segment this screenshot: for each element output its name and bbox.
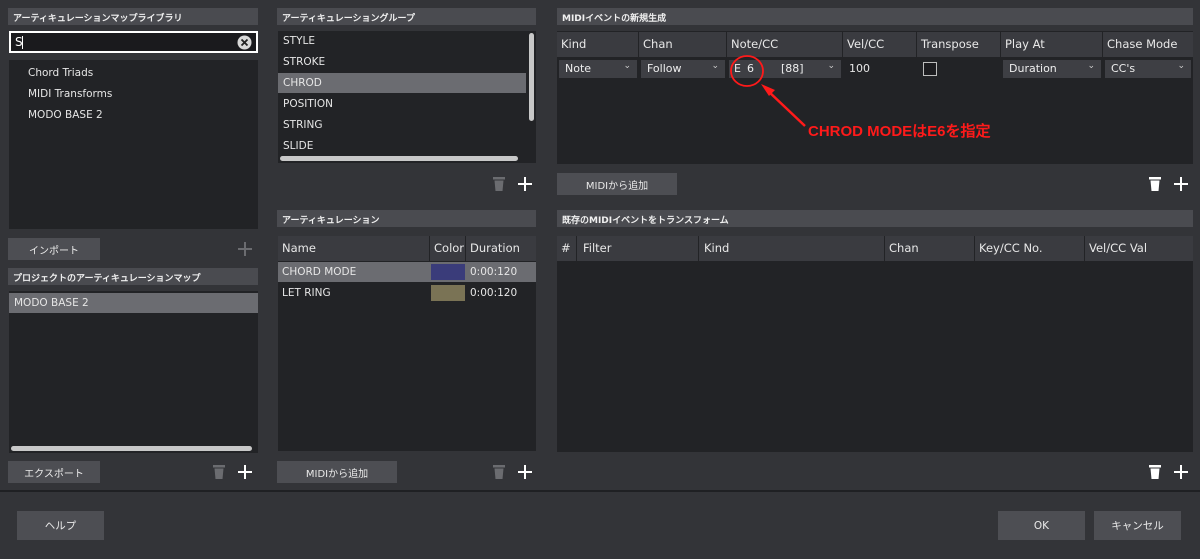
articulation-duration: 0:00:120 [470,287,518,299]
plus-icon[interactable] [1174,465,1188,479]
column-header-play-at[interactable]: Play At [1001,32,1103,57]
list-item[interactable]: MIDI Transforms [9,84,258,104]
kind-value: Note [565,62,592,75]
articulations-table: Name Color Duration CHORD MODE 0:00:120 … [278,236,536,451]
horizontal-scrollbar[interactable] [280,156,518,161]
ok-button[interactable]: OK [998,511,1085,540]
column-header-name[interactable]: Name [278,236,430,261]
trash-icon[interactable] [1149,177,1161,191]
list-item[interactable]: Chord Triads [9,63,258,83]
list-item[interactable]: STRING [278,115,526,135]
column-header-key-cc-no[interactable]: Key/CC No. [975,236,1085,261]
text-cursor [22,36,23,49]
column-header-transpose[interactable]: Transpose [917,32,1001,57]
column-header-chan[interactable]: Chan [639,32,727,57]
chase-mode-value: CC's [1111,62,1136,75]
library-search-input[interactable]: S [9,31,258,53]
cancel-button[interactable]: キャンセル [1094,511,1181,540]
column-header-kind[interactable]: Kind [699,236,885,261]
play-at-value: Duration [1009,62,1057,75]
chevron-down-icon: ⌄ [711,61,719,71]
footer-divider [0,490,1200,492]
export-button[interactable]: エクスポート [8,461,100,483]
plus-icon[interactable] [518,177,532,191]
list-item[interactable]: STROKE [278,52,526,72]
column-header-chan[interactable]: Chan [885,236,975,261]
list-item[interactable]: MODO BASE 2 [9,105,258,125]
groups-list: STYLE STROKE CHROD POSITION STRING SLIDE [278,31,536,163]
library-list: Chord Triads MIDI Transforms MODO BASE 2 [9,60,258,229]
plus-icon[interactable] [238,465,252,479]
chevron-down-icon: ⌄ [1087,61,1095,71]
table-row[interactable]: CHORD MODE 0:00:120 [278,262,536,282]
trash-icon[interactable] [1149,465,1161,479]
add-from-midi-button[interactable]: MIDIから追加 [277,461,397,483]
list-item[interactable]: MODO BASE 2 [9,293,258,313]
annotation-text: CHROD MODEはE6を指定 [808,123,991,140]
column-header-vel-cc[interactable]: Vel/CC [843,32,917,57]
kind-dropdown[interactable]: Note ⌄ [559,60,637,78]
help-button[interactable]: ヘルプ [17,511,104,540]
vel-cc-value[interactable]: 100 [849,62,870,75]
chan-dropdown[interactable]: Follow ⌄ [641,60,725,78]
column-header-vel-cc-val[interactable]: Vel/CC Val [1085,236,1193,261]
import-button[interactable]: インポート [8,238,100,260]
project-map-list: MODO BASE 2 [9,291,258,453]
list-item[interactable]: CHROD [278,73,526,93]
transform-table: # Filter Kind Chan Key/CC No. Vel/CC Val [557,236,1193,452]
midi-new-header: MIDIイベントの新規生成 [557,8,1193,25]
column-header-color[interactable]: Color [430,236,466,261]
chevron-down-icon: ⌄ [1177,61,1185,71]
column-header-chase-mode[interactable]: Chase Mode [1103,32,1193,57]
list-item[interactable]: STYLE [278,31,526,51]
plus-icon[interactable] [518,465,532,479]
trash-icon [493,177,505,191]
play-at-dropdown[interactable]: Duration ⌄ [1003,60,1101,78]
chase-mode-dropdown[interactable]: CC's ⌄ [1105,60,1191,78]
table-row[interactable]: LET RING 0:00:120 [278,283,536,303]
clear-circle-icon[interactable] [237,35,252,50]
add-from-midi-button[interactable]: MIDIから追加 [557,173,677,195]
column-header-number[interactable]: # [557,236,577,261]
color-swatch[interactable] [431,264,465,280]
column-header-duration[interactable]: Duration [466,236,536,261]
list-item[interactable]: SLIDE [278,136,526,156]
color-swatch[interactable] [431,285,465,301]
midi-new-table: Kind Chan Note/CC Vel/CC Transpose Play … [557,31,1193,164]
trash-icon [493,465,505,479]
transform-header: 既存のMIDIイベントをトランスフォーム [557,210,1193,227]
column-header-filter[interactable]: Filter [577,236,699,261]
project-map-header: プロジェクトのアーティキュレーションマップ [8,268,258,285]
articulations-header: アーティキュレーション [277,210,536,227]
plus-icon [238,242,252,256]
groups-header: アーティキュレーショングループ [277,8,536,25]
chevron-down-icon: ⌄ [623,61,631,71]
column-header-kind[interactable]: Kind [557,32,639,57]
list-item[interactable]: POSITION [278,94,526,114]
trash-icon [213,465,225,479]
articulation-name: LET RING [282,287,331,299]
library-header: アーティキュレーションマップライブラリ [8,8,258,25]
chan-value: Follow [647,62,682,75]
horizontal-scrollbar[interactable] [11,446,252,451]
plus-icon[interactable] [1174,177,1188,191]
transpose-checkbox[interactable] [923,62,937,76]
vertical-scrollbar[interactable] [529,33,534,121]
